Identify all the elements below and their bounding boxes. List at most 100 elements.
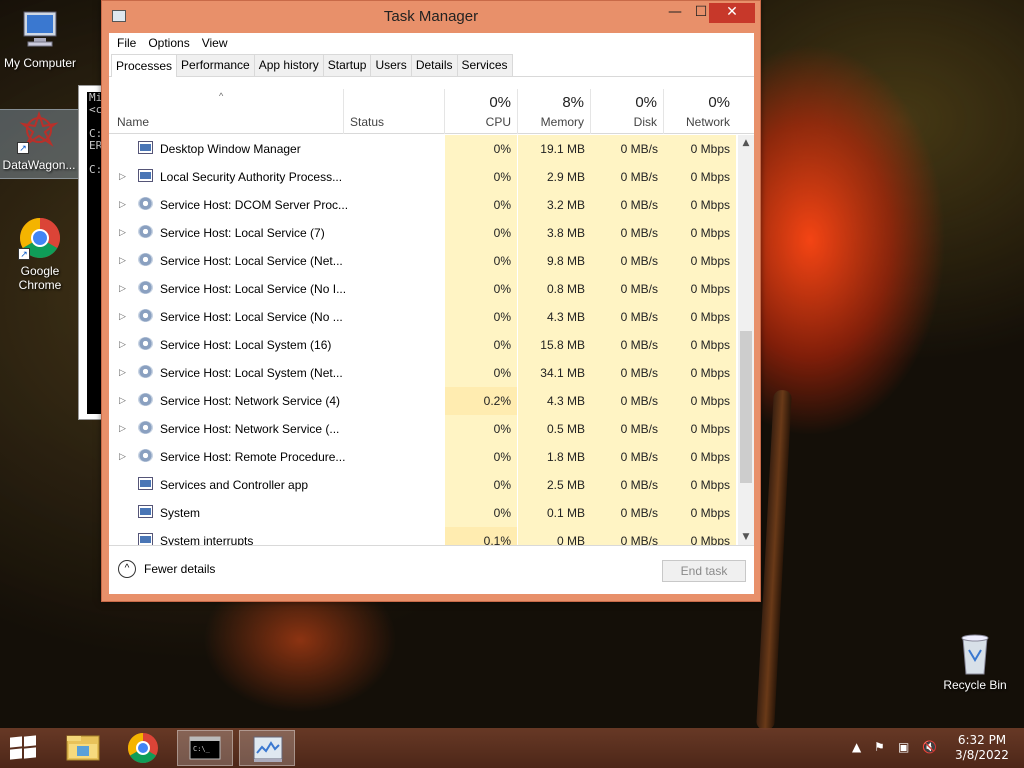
expand-chevron-icon[interactable]: ▷ [119, 255, 126, 266]
expand-chevron-icon[interactable]: ▷ [119, 451, 126, 462]
process-row[interactable]: ▷ Service Host: Network Service (4) 0.2% 4.… [109, 387, 739, 415]
process-row[interactable]: System interrupts 0.1% 0 MB 0 MB/s 0 Mbps [109, 527, 739, 545]
process-disk: 0 MB/s [591, 303, 664, 331]
expand-chevron-icon[interactable]: ▷ [119, 339, 126, 350]
tab-users[interactable]: Users [370, 54, 412, 76]
process-list: Desktop Window Manager 0% 19.1 MB 0 MB/s 0 M… [109, 135, 739, 545]
process-row[interactable]: ▷ Service Host: Local Service (7) 0% 3.8 MB… [109, 219, 739, 247]
process-row[interactable]: ▷ Service Host: Local Service (Net... 0% 9.… [109, 247, 739, 275]
title-bar[interactable]: Task Manager — ☐ ✕ [102, 1, 760, 33]
process-name: Service Host: Local Service (No ... [160, 310, 343, 324]
column-header-disk[interactable]: 0% Disk [591, 89, 664, 134]
close-button[interactable]: ✕ [709, 3, 755, 23]
process-network: 0 Mbps [664, 303, 736, 331]
expand-chevron-icon[interactable]: ▷ [119, 367, 126, 378]
network-icon[interactable]: ▣ [898, 740, 909, 754]
expand-chevron-icon[interactable]: ▷ [119, 423, 126, 434]
expand-chevron-icon[interactable]: ▷ [119, 283, 126, 294]
scrollbar-thumb[interactable] [740, 331, 752, 483]
column-header-network[interactable]: 0% Network [664, 89, 754, 134]
process-row[interactable]: ▷ Service Host: Remote Procedure... 0% 1.8 … [109, 443, 739, 471]
wallpaper-flower-stem [756, 389, 792, 731]
column-headers: ^ Name Status 0% CPU 8% Memory 0% Disk 0… [109, 89, 754, 134]
show-hidden-icons-icon[interactable]: ▲ [852, 740, 861, 754]
menu-file[interactable]: File [111, 33, 142, 53]
process-disk: 0 MB/s [591, 415, 664, 443]
process-name: Service Host: Network Service (... [160, 422, 340, 436]
scroll-up-icon[interactable]: ▲ [738, 135, 754, 151]
volume-muted-icon[interactable]: 🔇 [922, 740, 937, 754]
process-name: Service Host: DCOM Server Proc... [160, 198, 349, 212]
desktop-icon-my-computer[interactable]: My Computer [0, 8, 80, 70]
column-header-status[interactable]: Status [344, 89, 445, 134]
clock[interactable]: 6:32 PM 3/8/2022 [950, 733, 1014, 763]
vertical-scrollbar[interactable]: ▲ ▼ [738, 135, 754, 545]
tab-details[interactable]: Details [410, 54, 458, 76]
fewer-details-button[interactable]: ^ Fewer details [118, 560, 215, 578]
process-disk: 0 MB/s [591, 471, 664, 499]
process-name: Service Host: Local Service (Net... [160, 254, 343, 268]
column-header-memory[interactable]: 8% Memory [518, 89, 591, 134]
process-row[interactable]: System 0% 0.1 MB 0 MB/s 0 Mbps [109, 499, 739, 527]
action-center-flag-icon[interactable]: ⚑ [874, 740, 885, 754]
task-manager-window[interactable]: Task Manager — ☐ ✕ File Options View Pro… [101, 0, 761, 602]
column-header-cpu[interactable]: 0% CPU [445, 89, 518, 134]
process-row[interactable]: ▷ Service Host: Local System (16) 0% 15.8 M… [109, 331, 739, 359]
process-memory: 1.8 MB [518, 443, 591, 471]
tab-app-history[interactable]: App history [253, 54, 324, 76]
expand-chevron-icon[interactable]: ▷ [119, 199, 126, 210]
fewer-details-label: Fewer details [144, 562, 216, 576]
minimize-button[interactable]: — [662, 3, 688, 23]
taskbar-chrome[interactable] [115, 730, 171, 766]
process-cpu: 0% [445, 471, 517, 499]
process-row[interactable]: ▷ Service Host: DCOM Server Proc... 0% 3.2 … [109, 191, 739, 219]
gear-icon [138, 309, 153, 322]
gear-icon [138, 225, 153, 238]
tab-processes[interactable]: Processes [111, 54, 178, 77]
process-row[interactable]: ▷ Service Host: Local System (Net... 0% 34.… [109, 359, 739, 387]
process-memory: 2.5 MB [518, 471, 591, 499]
windows-logo-icon [10, 736, 22, 748]
process-name: Service Host: Remote Procedure... [160, 450, 346, 464]
process-row[interactable]: ▷ Service Host: Local Service (No I... 0% 0… [109, 275, 739, 303]
process-network: 0 Mbps [664, 191, 736, 219]
tab-services[interactable]: Services [456, 54, 513, 76]
expand-chevron-icon[interactable]: ▷ [119, 311, 126, 322]
desktop-icon-datawagon[interactable]: ↗ DataWagon... [0, 109, 79, 179]
process-network: 0 Mbps [664, 163, 736, 191]
start-button[interactable] [8, 735, 38, 760]
tab-startup[interactable]: Startup [322, 54, 372, 76]
desktop-icon-recycle-bin[interactable]: Recycle Bin [935, 630, 1015, 692]
process-disk: 0 MB/s [591, 331, 664, 359]
process-row[interactable]: ▷ Local Security Authority Process... 0% 2.… [109, 163, 739, 191]
scroll-down-icon[interactable]: ▼ [738, 529, 754, 545]
menu-options[interactable]: Options [142, 33, 195, 53]
shortcut-arrow-icon: ↗ [18, 248, 30, 260]
sort-ascending-icon: ^ [219, 91, 224, 101]
process-memory: 15.8 MB [518, 331, 591, 359]
desktop-icon-google-chrome[interactable]: ↗ Google Chrome [0, 216, 80, 292]
taskbar-file-explorer[interactable] [55, 730, 111, 766]
desktop-icon-label: Google Chrome [18, 264, 62, 292]
task-manager-client: File Options View Processes Performance … [109, 33, 754, 594]
process-memory: 3.2 MB [518, 191, 591, 219]
process-row[interactable]: ▷ Service Host: Local Service (No ... 0% 4.… [109, 303, 739, 331]
process-row[interactable]: Services and Controller app 0% 2.5 MB 0 MB/… [109, 471, 739, 499]
process-network: 0 Mbps [664, 135, 736, 163]
taskbar-task-manager[interactable] [239, 730, 295, 766]
chevron-up-icon: ^ [118, 560, 136, 578]
tab-performance[interactable]: Performance [176, 54, 255, 76]
process-name: Service Host: Local Service (7) [160, 226, 325, 240]
command-prompt-icon: C:\_ [189, 736, 221, 760]
taskbar-command-prompt[interactable]: C:\_ [177, 730, 233, 766]
expand-chevron-icon[interactable]: ▷ [119, 171, 126, 182]
process-disk: 0 MB/s [591, 219, 664, 247]
end-task-button[interactable]: End task [662, 560, 746, 582]
menu-view[interactable]: View [196, 33, 234, 53]
column-header-name[interactable]: ^ Name [109, 89, 344, 134]
expand-chevron-icon[interactable]: ▷ [119, 395, 126, 406]
memory-total-percent: 8% [562, 94, 584, 111]
process-row[interactable]: ▷ Service Host: Network Service (... 0% 0.5… [109, 415, 739, 443]
expand-chevron-icon[interactable]: ▷ [119, 227, 126, 238]
process-row[interactable]: Desktop Window Manager 0% 19.1 MB 0 MB/s 0 M… [109, 135, 739, 163]
